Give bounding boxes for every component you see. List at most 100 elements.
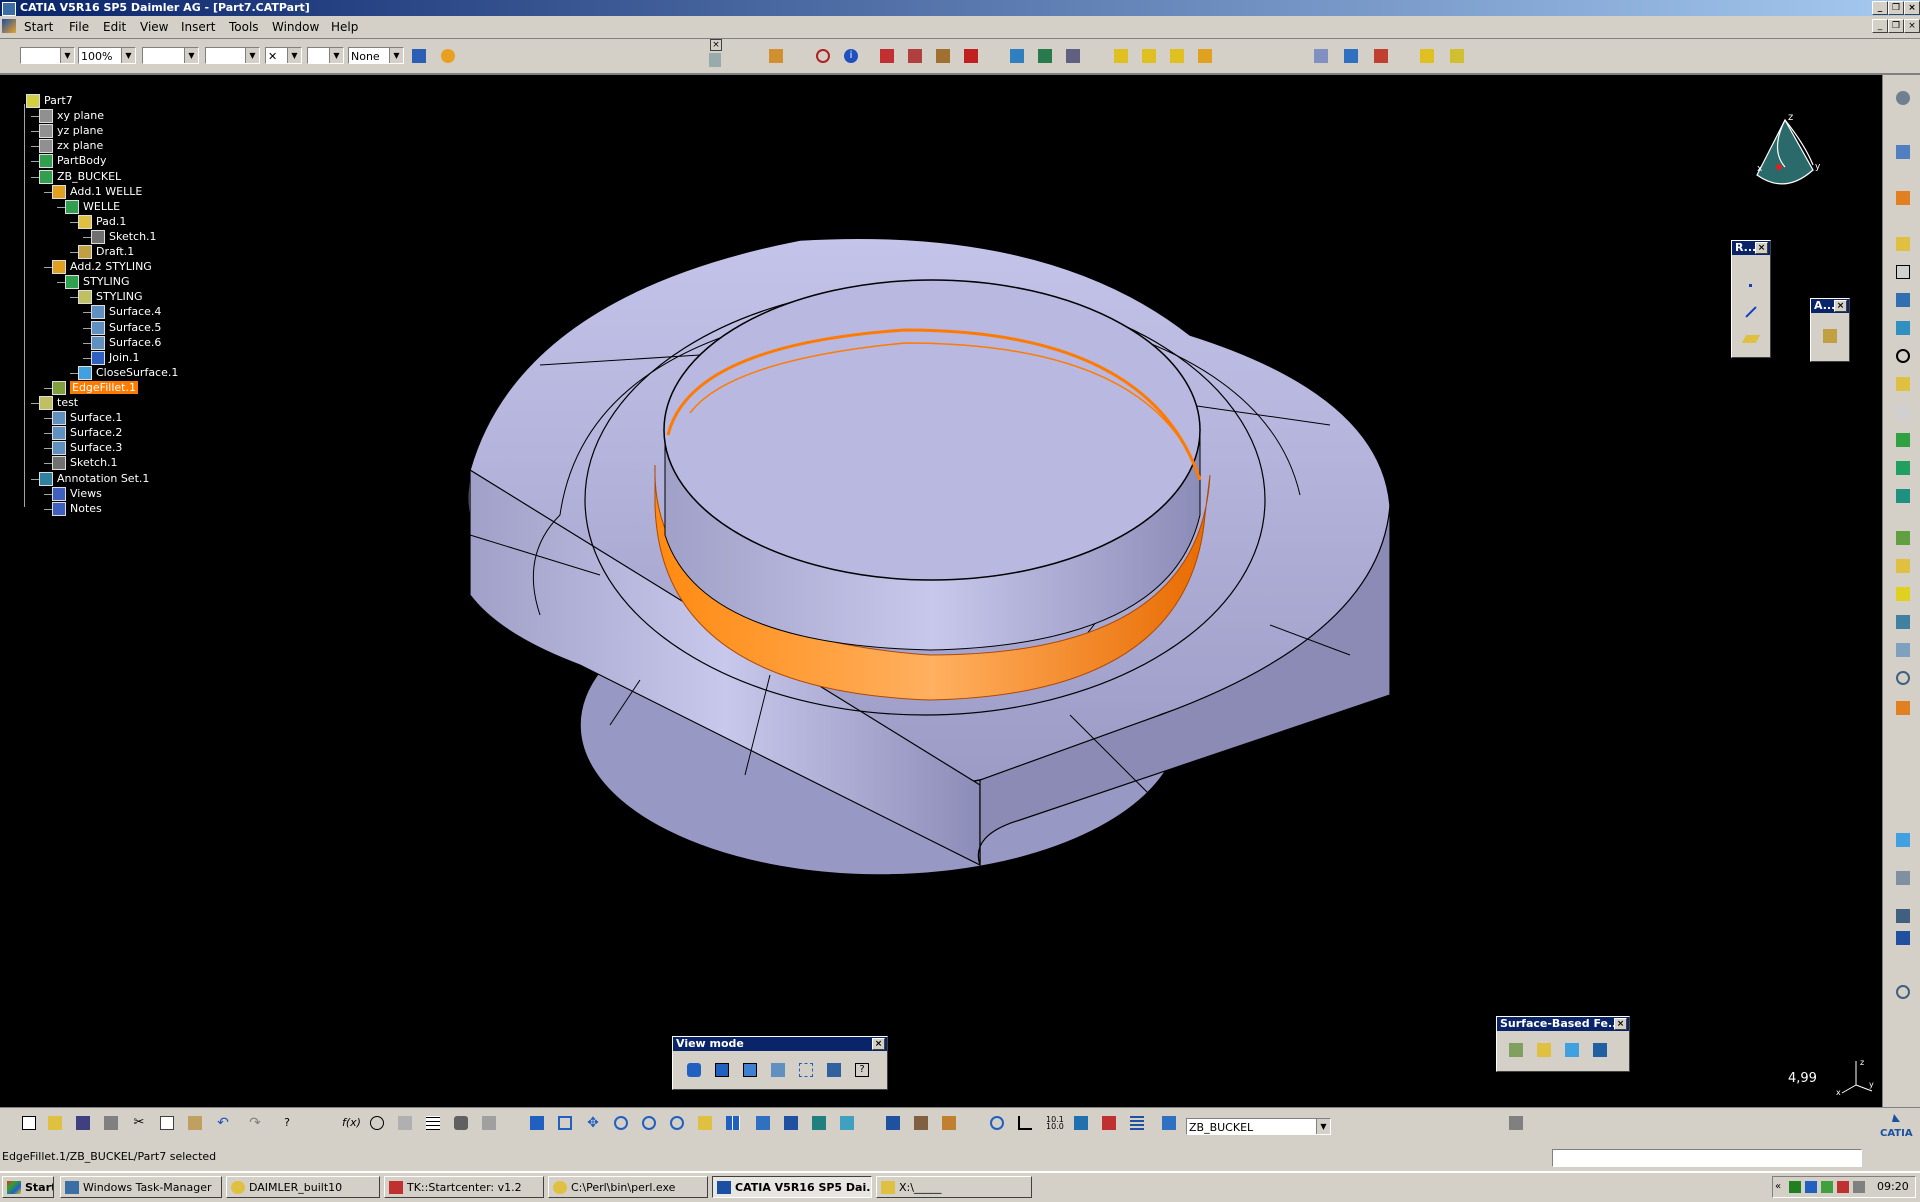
view-help-icon[interactable]: ? xyxy=(851,1059,873,1081)
tray-volume-icon[interactable] xyxy=(1853,1181,1865,1193)
chamfer-icon[interactable] xyxy=(1892,555,1912,575)
work-object-icon[interactable] xyxy=(1158,1112,1180,1134)
formula-fx-icon[interactable]: f(x) xyxy=(338,1112,361,1134)
zoom-combo[interactable]: 100% ▼ xyxy=(78,47,136,64)
a-palette[interactable]: A... × xyxy=(1810,298,1850,362)
task-perl-exe[interactable]: C:\Perl\bin\perl.exe xyxy=(548,1176,708,1198)
law-icon[interactable] xyxy=(932,45,954,67)
pan-icon[interactable]: ✥ xyxy=(582,1112,604,1134)
fillet-icon[interactable] xyxy=(1892,527,1912,547)
remove-face-icon[interactable] xyxy=(1892,697,1912,717)
compass-icon[interactable]: z x y xyxy=(1745,105,1825,195)
axis-system-icon[interactable] xyxy=(1819,325,1841,347)
gear-icon[interactable] xyxy=(1892,87,1912,107)
thick-surface-icon[interactable] xyxy=(1533,1039,1555,1061)
r-palette-close-button[interactable]: × xyxy=(1755,242,1768,254)
remove-loft-icon[interactable] xyxy=(1892,485,1912,505)
stiffener-icon[interactable] xyxy=(1892,429,1912,449)
surface-based-close-button[interactable]: × xyxy=(1614,1018,1627,1030)
sew-surface-icon[interactable] xyxy=(1589,1039,1611,1061)
dimension-icon[interactable] xyxy=(1370,45,1392,67)
measure-between-icon[interactable] xyxy=(882,1112,904,1134)
boolean-icon[interactable] xyxy=(1892,905,1912,925)
wireframe-icon[interactable] xyxy=(795,1059,817,1081)
point-type-combo[interactable]: ✕ ▼ xyxy=(265,47,302,64)
constraint-icon[interactable] xyxy=(1892,867,1912,887)
map-icon[interactable] xyxy=(1034,45,1056,67)
iso-view-icon[interactable] xyxy=(752,1112,774,1134)
shading-material-icon[interactable] xyxy=(767,1059,789,1081)
new-file-icon[interactable] xyxy=(18,1112,40,1134)
current-body-combo[interactable]: ZB_BUCKEL ▼ xyxy=(1186,1118,1331,1135)
view-mode-close-button[interactable]: × xyxy=(872,1038,885,1050)
zoom-in-icon[interactable] xyxy=(638,1112,660,1134)
view-mode-palette[interactable]: View mode × ? xyxy=(672,1036,888,1090)
tray-expand-icon[interactable]: « xyxy=(1775,1181,1785,1193)
copy-icon[interactable] xyxy=(156,1112,178,1134)
measure-item-icon[interactable] xyxy=(910,1112,932,1134)
close-surface-icon[interactable] xyxy=(1561,1039,1583,1061)
formula-icon[interactable] xyxy=(1166,45,1188,67)
surface-based-features-palette[interactable]: Surface-Based Fe... × xyxy=(1496,1016,1630,1072)
paste-icon[interactable] xyxy=(184,1112,206,1134)
normal-view-icon[interactable] xyxy=(694,1112,716,1134)
select-arrow-icon[interactable] xyxy=(1892,187,1912,207)
tray-clock[interactable]: 09:20 xyxy=(1877,1180,1909,1193)
print-preview-icon[interactable] xyxy=(1505,1112,1527,1134)
rule-icon[interactable] xyxy=(960,45,982,67)
command-input[interactable] xyxy=(1552,1149,1862,1167)
thread-icon[interactable] xyxy=(1892,667,1912,687)
fly-mode-icon[interactable] xyxy=(526,1112,548,1134)
tray-security-icon[interactable] xyxy=(1837,1181,1849,1193)
comment-icon[interactable] xyxy=(366,1112,388,1134)
toolbar-grip-icon[interactable]: × xyxy=(708,39,722,69)
loft-icon[interactable] xyxy=(1892,457,1912,477)
target-icon[interactable] xyxy=(1892,981,1912,1001)
start-button[interactable]: Start xyxy=(2,1176,54,1198)
undo-icon[interactable]: ↶ xyxy=(212,1112,234,1134)
maximize-button[interactable]: ❐ xyxy=(1888,1,1904,15)
style-icon[interactable] xyxy=(437,45,459,67)
thickness-icon[interactable] xyxy=(1892,639,1912,659)
menu-file[interactable]: File xyxy=(69,20,89,34)
pad-icon[interactable] xyxy=(1892,233,1912,253)
macro-icon[interactable] xyxy=(1194,45,1216,67)
r-palette[interactable]: R... × xyxy=(1731,240,1771,358)
fill-color-combo[interactable]: ▼ xyxy=(20,47,75,64)
close-button[interactable]: × xyxy=(1904,1,1920,15)
custom-view-icon[interactable] xyxy=(823,1059,845,1081)
part-geometry[interactable] xyxy=(0,75,1882,1107)
shading-edges-hidden-icon[interactable] xyxy=(739,1059,761,1081)
doc-restore-button[interactable]: ❐ xyxy=(1888,19,1904,33)
slot-icon[interactable] xyxy=(1892,401,1912,421)
shaft-icon[interactable] xyxy=(1892,289,1912,309)
line-icon[interactable] xyxy=(1740,301,1762,323)
menu-insert[interactable]: Insert xyxy=(181,20,215,34)
search-icon[interactable] xyxy=(812,45,834,67)
point-icon[interactable] xyxy=(1740,275,1762,297)
open-folder-icon[interactable] xyxy=(44,1112,66,1134)
fit-all-icon[interactable] xyxy=(554,1112,576,1134)
info-icon[interactable]: i xyxy=(840,45,862,67)
split-icon[interactable] xyxy=(1505,1039,1527,1061)
workbench-icon[interactable] xyxy=(1446,45,1468,67)
rib-icon[interactable] xyxy=(1892,373,1912,393)
list-icon[interactable] xyxy=(1126,1112,1148,1134)
command-history-button[interactable] xyxy=(1862,1149,1880,1165)
menu-view[interactable]: View xyxy=(140,20,168,34)
whats-this-icon[interactable]: ? xyxy=(276,1112,298,1134)
painter-icon[interactable] xyxy=(408,45,430,67)
annotation-icon[interactable] xyxy=(1340,45,1362,67)
catia-app-icon[interactable] xyxy=(2,2,16,16)
measure-inertia-icon[interactable] xyxy=(938,1112,960,1134)
print-icon[interactable] xyxy=(100,1112,122,1134)
shell-icon[interactable] xyxy=(1892,611,1912,631)
layer-combo[interactable]: None ▼ xyxy=(348,47,404,64)
pick-mode-combo[interactable]: ▼ xyxy=(307,47,344,64)
3d-viewport[interactable]: z x y Part7 xy plane yz plane zx plane PartB… xyxy=(0,75,1882,1107)
sketcher-icon[interactable] xyxy=(1892,141,1912,161)
minimize-button[interactable]: _ xyxy=(1872,1,1888,15)
shading-mode-icon[interactable] xyxy=(780,1112,802,1134)
tray-monitor-icon[interactable] xyxy=(1805,1181,1817,1193)
redo-icon[interactable]: ↷ xyxy=(244,1112,266,1134)
